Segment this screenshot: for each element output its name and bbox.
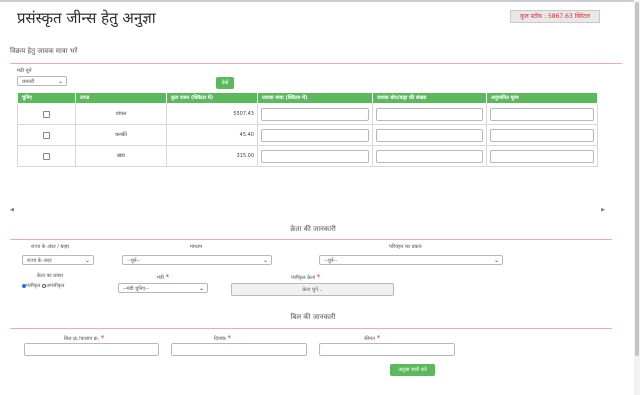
col-header-total-weight: कुल वजन (क्विंटल में) <box>166 92 258 104</box>
row-checkbox[interactable] <box>43 110 50 118</box>
issue-permit-button[interactable]: अनुज्ञा जारी करें <box>390 364 435 376</box>
required-mark: * <box>100 334 105 342</box>
market-select[interactable]: धमतरी ⌄ <box>17 76 67 86</box>
mode-select[interactable]: --चुनें-- ⌄ <box>122 255 272 265</box>
outgoing-qty-input[interactable] <box>261 128 369 142</box>
chevron-down-icon: ⌄ <box>493 257 499 264</box>
row-checkbox[interactable] <box>43 131 50 139</box>
price-label: कीमत <box>364 336 375 342</box>
buyer-section-title: क्रेता की जानकारी <box>290 225 336 233</box>
unregistered-radio-label: अपंजीकृत <box>46 283 65 289</box>
reg-buyer-label: पंजीकृत क्रेता <box>291 275 316 281</box>
table-horizontal-scrollbar[interactable]: ◀ ▶ <box>10 207 605 215</box>
price-label-wrap: कीमत * <box>364 334 380 342</box>
transport-select[interactable]: --चुनें-- ⌄ <box>319 255 503 265</box>
registered-radio-label: पंजीकृत <box>26 283 41 289</box>
required-mark: * <box>376 334 381 342</box>
table-row: कनकी 45.40 <box>17 124 598 146</box>
produce-cell: कनकी <box>75 124 167 146</box>
bill-number-input[interactable] <box>24 343 159 356</box>
buyer-market-select-value: --मंडी चुनिए-- <box>123 286 149 292</box>
table-header-row: चुनिए उपज कुल वजन (क्विंटल में) जावक मात… <box>17 92 598 104</box>
price-input[interactable] <box>319 343 455 356</box>
market-label: मंडी चुनें <box>17 68 32 74</box>
col-header-outgoing-qty: जावक मात्रा (क्विंटल में) <box>257 92 373 104</box>
reg-buyer-label-wrap: पंजीकृत क्रेता * <box>291 273 320 281</box>
mode-select-value: --चुनें-- <box>127 258 141 264</box>
state-label: राज्य के अंदर / बाहर <box>31 244 70 250</box>
produce-cell: खंडा <box>75 145 167 167</box>
state-select[interactable]: राज्य के अंदर ⌄ <box>22 255 94 265</box>
top-border <box>0 0 640 2</box>
bag-count-input[interactable] <box>376 107 483 121</box>
buyer-section-divider <box>10 239 612 240</box>
buyer-market-label: मंडी <box>157 275 164 281</box>
outgoing-qty-input[interactable] <box>261 149 369 163</box>
bag-count-input[interactable] <box>376 128 483 142</box>
mode-label: माध्यम <box>190 244 203 250</box>
select-buyer-button[interactable]: क्रेता चुनें... <box>231 283 394 296</box>
table-row: चांवल 5507.43 <box>17 103 598 125</box>
weight-cell: 5507.43 <box>166 103 258 125</box>
buyer-type-label: क्रेता का प्रकार <box>37 273 64 279</box>
buyer-market-select[interactable]: --मंडी चुनिए-- ⌄ <box>118 283 208 293</box>
bill-no-label-wrap: बिल क्र./चालान क्र. * <box>64 334 104 342</box>
market-select-value: धमतरी <box>22 79 35 85</box>
show-button[interactable]: देखें <box>216 77 234 89</box>
row-checkbox[interactable] <box>43 152 50 160</box>
sale-section-title: विक्रय हेतु जावक मात्रा भरें <box>10 47 78 55</box>
transport-label: परिवहन का प्रकार <box>389 244 422 250</box>
produce-cell: चांवल <box>75 103 167 125</box>
chevron-down-icon: ⌄ <box>84 257 90 264</box>
chevron-down-icon: ⌄ <box>262 257 268 264</box>
scroll-left-icon[interactable]: ◀ <box>10 207 14 213</box>
bill-no-label: बिल क्र./चालान क्र. <box>64 336 100 342</box>
required-mark: * <box>165 273 170 281</box>
date-label-wrap: दिनांक * <box>214 334 231 342</box>
state-select-value: राज्य के अंदर <box>27 258 52 264</box>
bag-count-input[interactable] <box>376 149 483 163</box>
date-label: दिनांक <box>214 336 226 342</box>
weight-cell: 315.00 <box>166 145 258 167</box>
scrollbar-thumb[interactable] <box>635 2 639 356</box>
sale-section-divider <box>10 63 622 64</box>
produce-table: चुनिए उपज कुल वजन (क्विंटल में) जावक मात… <box>17 92 598 167</box>
bill-section-title: बिल की जानकारी <box>290 313 336 321</box>
estimated-price-input[interactable] <box>490 107 594 121</box>
estimated-price-input[interactable] <box>490 149 594 163</box>
bill-section-divider <box>10 328 612 329</box>
chevron-down-icon: ⌄ <box>198 285 204 292</box>
total-stock-badge: कुल स्टॉक : 5867.63 क्विंटल <box>510 10 600 23</box>
estimated-price-input[interactable] <box>490 128 594 142</box>
transport-select-value: --चुनें-- <box>324 258 338 264</box>
required-mark: * <box>316 273 321 281</box>
buyer-market-label-wrap: मंडी * <box>157 273 169 281</box>
col-header-bag-count: जावक बोरा/कट्टा की संख्या <box>372 92 487 104</box>
chevron-down-icon: ⌄ <box>57 78 63 85</box>
table-row: खंडा 315.00 <box>17 145 598 167</box>
scroll-right-icon[interactable]: ▶ <box>601 207 605 213</box>
required-mark: * <box>227 334 231 342</box>
col-header-produce: उपज <box>75 92 167 104</box>
page-title: प्रसंस्कृत जीन्स हेतु अनुज्ञा <box>17 9 156 27</box>
date-input[interactable] <box>171 343 307 356</box>
col-header-select: चुनिए <box>17 92 76 104</box>
buyer-type-radio-group: पंजीकृत अपंजीकृत <box>22 283 65 289</box>
weight-cell: 45.40 <box>166 124 258 146</box>
col-header-estimated-price: अनुमानित मूल्य <box>486 92 598 104</box>
page-vertical-scrollbar[interactable] <box>634 0 640 395</box>
outgoing-qty-input[interactable] <box>261 107 369 121</box>
